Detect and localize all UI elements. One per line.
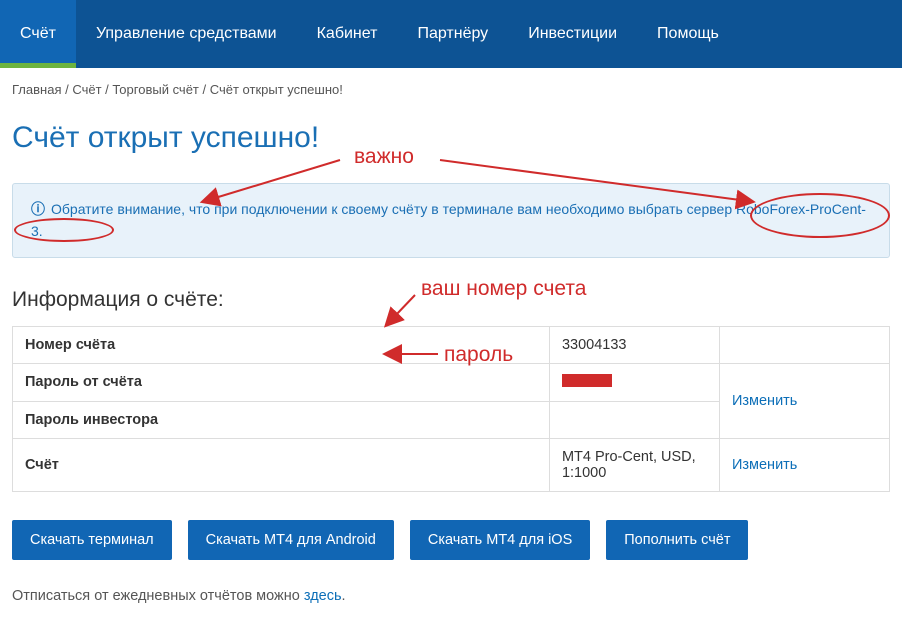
- breadcrumb-item[interactable]: Счёт: [72, 82, 101, 97]
- password-redacted: [562, 374, 612, 387]
- breadcrumb: Главная / Счёт / Торговый счёт / Счёт от…: [12, 82, 890, 97]
- unsubscribe-link[interactable]: здесь: [304, 588, 342, 604]
- nav-item-investments[interactable]: Инвестиции: [508, 0, 637, 68]
- row-action: Изменить: [719, 363, 889, 438]
- button-row: Скачать терминал Скачать МТ4 для Android…: [12, 520, 890, 560]
- nav-item-account[interactable]: Счёт: [0, 0, 76, 68]
- footer-text: Отписаться от ежедневных отчётов можно з…: [12, 588, 890, 604]
- notice-text: Обратите внимание, что при подключении к…: [31, 201, 866, 239]
- download-mt4-ios-button[interactable]: Скачать МТ4 для іOS: [410, 520, 590, 560]
- row-value: [549, 401, 719, 438]
- annotation-ellipse-server: [750, 193, 890, 238]
- nav-item-partner[interactable]: Партнёру: [397, 0, 508, 68]
- annotation-account-number: ваш номер счета: [421, 277, 586, 301]
- annotation-important: важно: [354, 145, 414, 169]
- change-account-link[interactable]: Изменить: [732, 457, 797, 473]
- row-value: 33004133: [549, 326, 719, 363]
- nav-item-cabinet[interactable]: Кабинет: [297, 0, 398, 68]
- nav-item-funds[interactable]: Управление средствами: [76, 0, 297, 68]
- page-title: Счёт открыт успешно!: [12, 121, 890, 155]
- top-navigation: Счёт Управление средствами Кабинет Партн…: [0, 0, 902, 68]
- change-password-link[interactable]: Изменить: [732, 393, 797, 409]
- row-value: [549, 363, 719, 401]
- row-action: [719, 326, 889, 363]
- download-terminal-button[interactable]: Скачать терминал: [12, 520, 172, 560]
- row-label: Пароль от счёта: [13, 363, 550, 401]
- table-row: Счёт MT4 Pro-Cent, USD, 1:1000 Изменить: [13, 438, 890, 491]
- breadcrumb-item[interactable]: Торговый счёт: [112, 82, 199, 97]
- fund-account-button[interactable]: Пополнить счёт: [606, 520, 748, 560]
- breadcrumb-item[interactable]: Главная: [12, 82, 61, 97]
- table-row: Пароль от счёта Изменить: [13, 363, 890, 401]
- nav-item-help[interactable]: Помощь: [637, 0, 739, 68]
- annotation-password: пароль: [444, 343, 513, 367]
- download-mt4-android-button[interactable]: Скачать МТ4 для Android: [188, 520, 394, 560]
- breadcrumb-item: Счёт открыт успешно!: [210, 82, 343, 97]
- row-label: Пароль инвестора: [13, 401, 550, 438]
- annotation-ellipse-procent: [14, 218, 114, 242]
- info-icon: ⓘ: [31, 201, 45, 217]
- row-label: Счёт: [13, 438, 550, 491]
- row-action: Изменить: [719, 438, 889, 491]
- row-value: MT4 Pro-Cent, USD, 1:1000: [549, 438, 719, 491]
